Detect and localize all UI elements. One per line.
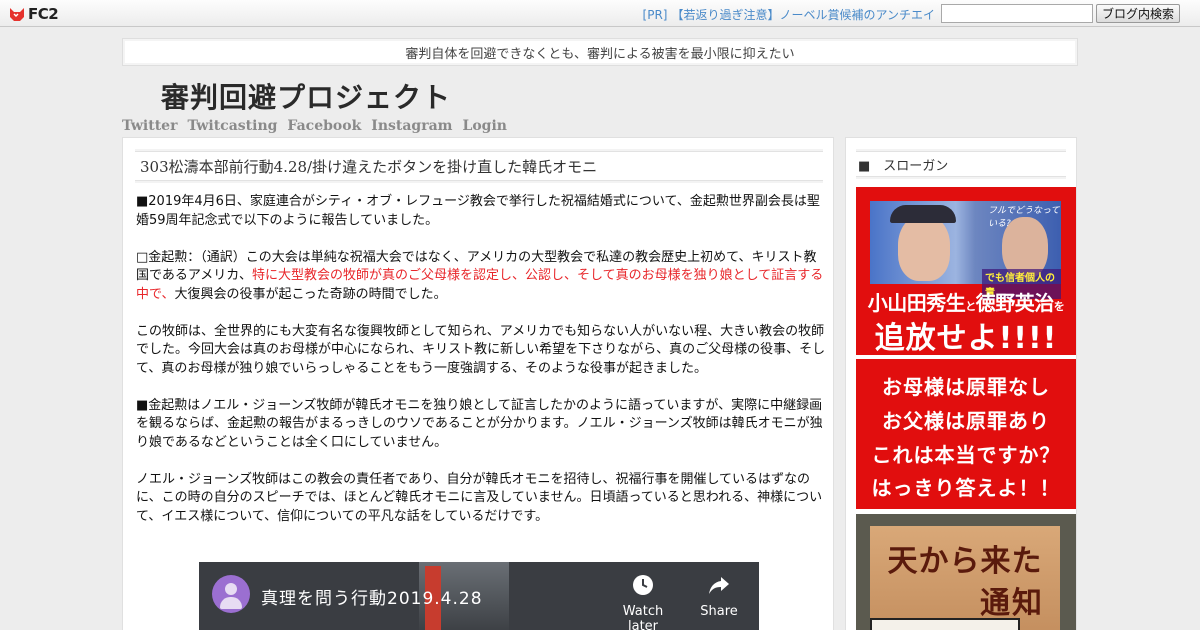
fc2-fox-icon xyxy=(10,7,24,21)
share-arrow-icon xyxy=(709,577,729,594)
banner-conj: と xyxy=(965,300,976,313)
banner2-line-4: はっきり答えよ！！ xyxy=(871,476,1061,500)
channel-avatar-icon[interactable] xyxy=(212,575,250,613)
banner-names: 小山田秀生と徳野英治を xyxy=(856,287,1076,316)
nav-twitter[interactable]: Twitter xyxy=(122,118,177,134)
banner-original-sin[interactable]: お母様は原罪なし お父様は原罪あり これは本当ですか？ はっきり答えよ！！ xyxy=(856,359,1076,509)
nav-facebook[interactable]: Facebook xyxy=(287,118,361,134)
blog-tagline: 審判自体を回避できなくとも、審判による被害を最小限に抑えたい xyxy=(122,38,1078,66)
blog-title[interactable]: 審判回避プロジェクト xyxy=(161,76,451,116)
banner-order: 追放せよ!!!! xyxy=(874,321,1058,355)
blog-search-input[interactable] xyxy=(941,4,1093,23)
nav-instagram[interactable]: Instagram xyxy=(371,118,452,134)
main-content: 303松濤本部前行動4.28/掛け違えたボタンを掛け直した韓氏オモニ ■2019… xyxy=(122,137,834,630)
pr-text: 【若返り過ぎ注意】ノーベル賞候補のアンチエイ xyxy=(671,8,935,22)
banner3-paper: 天から来た 通知 xyxy=(870,526,1060,630)
nav-login[interactable]: Login xyxy=(462,118,506,134)
banner2-line-3: これは本当ですか？ xyxy=(871,443,1061,467)
banner-expel[interactable]: フルでどうなっている? でも信者個人の責 小山田秀生と徳野英治を 追放せよ!!!… xyxy=(856,187,1076,355)
fc2-logo-text: FC2 xyxy=(28,4,59,23)
watch-later-label: Watch later xyxy=(622,604,664,630)
pr-ad-link[interactable]: [PR] 【若返り過ぎ注意】ノーベル賞候補のアンチエイ xyxy=(643,6,935,23)
entry-paragraph-3: この牧師は、全世界的にも大変有名な復興牧師として知られ、アメリカでも知らない人が… xyxy=(136,323,826,376)
banner-name-2: 徳野英治 xyxy=(975,291,1055,315)
entry-paragraph-2: □金起勲：（通訳）この大会は単純な祝福大会ではなく、アメリカの大型教会で私達の教… xyxy=(136,249,826,305)
share-button[interactable]: Share xyxy=(689,574,749,619)
banner3-line-2: 通知 xyxy=(980,586,1044,621)
banner2-line-1: お母様は原罪なし xyxy=(882,375,1050,399)
fc2-logo[interactable]: FC2 xyxy=(8,4,59,23)
fc2-header-bar: FC2 [PR] 【若返り過ぎ注意】ノーベル賞候補のアンチエイ ブログ内検索 xyxy=(0,0,1200,27)
banner-notice-from-heaven[interactable]: 天から来た 通知 xyxy=(856,514,1076,630)
video-title[interactable]: 真理を問う行動2019.4.28 xyxy=(261,584,483,609)
sidebar-heading-slogan: ■ スローガン xyxy=(856,151,1066,177)
p2-text-after: 大復興会の役事が起こった奇跡の時間でした。 xyxy=(174,286,447,302)
banner-photo: フルでどうなっている? でも信者個人の責 xyxy=(870,201,1061,299)
banner-particle: を xyxy=(1053,300,1065,313)
entry-paragraph-5: ノエル・ジョーンズ牧師はこの教会の責任者であり、自分が韓氏オモニを招待し、祝福行… xyxy=(136,471,823,524)
banner-photo-tag-top: フルでどうなっている? xyxy=(988,206,1060,229)
sidebar: ■ スローガン フルでどうなっている? でも信者個人の責 小山田秀生と徳野英治を… xyxy=(845,137,1077,630)
nav-twitcasting[interactable]: Twitcasting xyxy=(187,118,277,134)
banner-name-1: 小山田秀生 xyxy=(867,291,966,315)
pr-tag: [PR] xyxy=(642,8,668,22)
blog-search-button[interactable]: ブログ内検索 xyxy=(1096,4,1180,23)
share-label: Share xyxy=(700,604,738,619)
watch-later-button[interactable]: Watch later xyxy=(613,574,673,630)
entry-paragraph-1: ■2019年4月6日、家庭連合がシティ・オブ・レフュージ教会で挙行した祝福結婚式… xyxy=(136,194,820,228)
clock-icon xyxy=(633,575,653,595)
top-nav: Twitter Twitcasting Facebook Instagram L… xyxy=(122,118,507,134)
entry-title[interactable]: 303松濤本部前行動4.28/掛け違えたボタンを掛け直した韓氏オモニ xyxy=(135,151,823,181)
entry-paragraph-4: ■金起勲はノエル・ジョーンズ牧師が韓氏オモニを独り娘として証言したかのように語っ… xyxy=(136,397,823,450)
youtube-embed[interactable]: 真理を問う行動2019.4.28 Watch later Share xyxy=(199,562,759,630)
entry-body: ■2019年4月6日、家庭連合がシティ・オブ・レフュージ教会で挙行した祝福結婚式… xyxy=(136,193,826,545)
banner3-line-1: 天から来た xyxy=(887,544,1043,579)
banner2-line-2: お父様は原罪あり xyxy=(882,409,1050,433)
banner3-strip xyxy=(870,618,1020,630)
